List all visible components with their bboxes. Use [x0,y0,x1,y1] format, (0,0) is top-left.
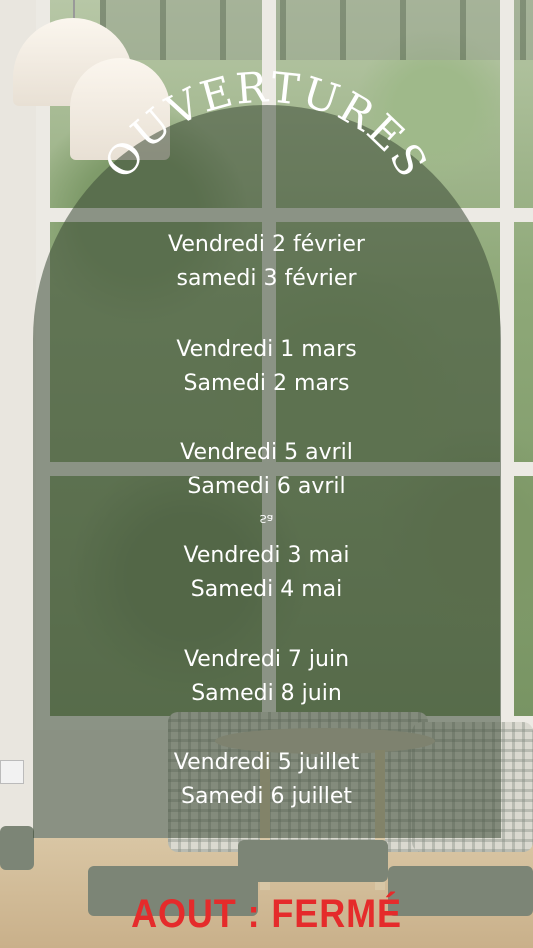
date-group-4: Vendredi 3 mai Samedi 4 mai [0,539,533,607]
date-line: Vendredi 3 mai [183,543,350,568]
date-group-2: Vendredi 1 mars Samedi 2 mars [0,333,533,401]
date-line: Vendredi 7 juin [183,647,350,672]
date-line: samedi 3 février [176,266,357,291]
date-line: Samedi 6 avril [187,474,346,499]
closed-notice: AOUT : FERMÉ [131,892,402,936]
svg-text:OUVERTURES: OUVERTURES [94,62,437,187]
floor-seat [0,826,34,870]
date-group-5: Vendredi 7 juin Samedi 8 juin [0,643,533,711]
date-line: Samedi 6 juillet [180,784,353,809]
date-line: Vendredi 1 mars [176,337,357,362]
date-group-6: Vendredi 5 juillet Samedi 6 juillet [0,746,533,814]
floor-seat [238,840,388,882]
date-line: Samedi 8 juin [191,681,342,706]
date-line: Vendredi 5 avril [180,440,353,465]
date-group-3: Vendredi 5 avril Samedi 6 avril [0,436,533,504]
stray-text: Sa [259,512,274,525]
date-line: Vendredi 2 février [168,232,365,257]
date-line: Vendredi 5 juillet [173,750,360,775]
date-line: Samedi 2 mars [183,371,350,396]
date-line: Samedi 4 mai [190,577,343,602]
date-group-1: Vendredi 2 février samedi 3 février [0,228,533,296]
page-title: OUVERTURES [94,62,435,187]
